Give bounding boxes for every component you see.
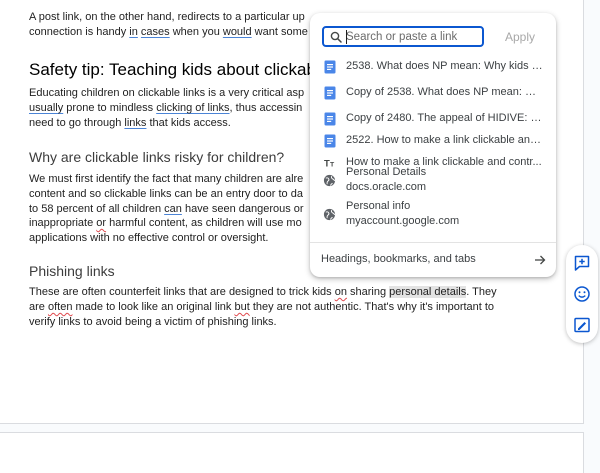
headings-bookmarks-tabs-link[interactable]: Headings, bookmarks, and tabs: [310, 249, 556, 271]
globe-icon: [323, 208, 336, 221]
spelling-suggestion[interactable]: on: [335, 286, 347, 298]
grammar-suggestion[interactable]: can: [164, 203, 182, 215]
web-result-url: myaccount.google.com: [346, 215, 460, 227]
paragraph-safety-line1: Educating children on clickable links is…: [29, 87, 305, 99]
divider: [310, 242, 556, 243]
spelling-suggestion[interactable]: or: [96, 217, 106, 229]
grammar-suggestion[interactable]: in: [129, 26, 138, 38]
link-suggestion-item[interactable]: Copy of 2480. The appeal of HIDIVE: W...: [310, 108, 556, 130]
link-suggestion-label: 2538. What does NP mean: Why kids us...: [346, 60, 544, 72]
google-doc-icon: [324, 112, 336, 126]
spelling-suggestion[interactable]: often: [48, 301, 72, 313]
paragraph-safety-line3: need to go through links that kids acces…: [29, 117, 231, 129]
paragraph-risky-line2: content and so clickable links can be an…: [29, 188, 303, 200]
link-suggestion-label: 2522. How to make a link clickable and .…: [346, 134, 544, 146]
google-doc-icon: [324, 134, 336, 148]
paragraph-risky-line5: applications with no effective control o…: [29, 232, 269, 244]
heading-safety-tip: Safety tip: Teaching kids about clickabl: [29, 60, 320, 79]
paragraph-safety-line2: usually prone to mindless clicking of li…: [29, 102, 303, 114]
heading-risky-links: Why are clickable links risky for childr…: [29, 149, 285, 165]
search-icon: [330, 31, 342, 43]
google-doc-icon: [324, 86, 336, 100]
grammar-suggestion[interactable]: cases: [141, 26, 170, 38]
web-result-title: Personal Details: [346, 166, 427, 178]
paragraph-phishing-line3: verify links to avoid being a victim of …: [29, 316, 277, 328]
grammar-suggestion[interactable]: links: [124, 117, 146, 129]
link-suggestion-item[interactable]: 2538. What does NP mean: Why kids us...: [310, 56, 556, 78]
arrow-right-icon: [535, 255, 546, 265]
next-page: [0, 432, 584, 473]
spelling-suggestion[interactable]: but: [234, 301, 249, 313]
footer-label: Headings, bookmarks, and tabs: [321, 253, 476, 265]
apply-button[interactable]: Apply: [505, 30, 535, 44]
link-suggestion-label: Copy of 2538. What does NP mean: Wh...: [346, 86, 544, 98]
link-suggestion-label: Copy of 2480. The appeal of HIDIVE: W...: [346, 112, 544, 124]
selected-text[interactable]: personal details: [389, 286, 467, 298]
heading-phishing-links: Phishing links: [29, 263, 115, 279]
paragraph-intro-line2: connection is handy in cases when you wo…: [29, 26, 308, 38]
link-suggestion-item[interactable]: Copy of 2538. What does NP mean: Wh...: [310, 82, 556, 104]
emoji-reaction-icon[interactable]: [573, 285, 591, 303]
google-doc-icon: [324, 60, 336, 74]
suggest-edits-icon[interactable]: [573, 316, 591, 334]
paragraph-phishing-line2: are often made to look like an original …: [29, 301, 495, 313]
side-action-toolbar: [566, 245, 598, 343]
grammar-suggestion[interactable]: usually: [29, 102, 63, 114]
grammar-suggestion[interactable]: would: [223, 26, 252, 38]
grammar-suggestion[interactable]: clicking of links: [156, 102, 229, 114]
text-cursor: [346, 30, 347, 44]
link-search-input[interactable]: [346, 29, 480, 45]
add-comment-icon[interactable]: [573, 254, 591, 272]
web-result-title: Personal info: [346, 200, 411, 212]
web-result-item[interactable]: Personal info myaccount.google.com: [310, 199, 556, 233]
paragraph-risky-line4: inappropriate or harmful content, as chi…: [29, 217, 302, 229]
globe-icon: [323, 174, 336, 187]
link-search-box[interactable]: [322, 26, 484, 47]
web-result-item[interactable]: Personal Details docs.oracle.com: [310, 165, 556, 199]
paragraph-risky-line1: We must first identify the fact that man…: [29, 173, 304, 185]
paragraph-phishing-line1: These are often counterfeit links that a…: [29, 286, 497, 298]
insert-link-popup: Apply 2538. What does NP mean: Why kids …: [310, 13, 556, 277]
web-result-url: docs.oracle.com: [346, 181, 427, 193]
paragraph-intro-line1: A post link, on the other hand, redirect…: [29, 11, 305, 23]
link-suggestion-item[interactable]: 2522. How to make a link clickable and .…: [310, 130, 556, 152]
